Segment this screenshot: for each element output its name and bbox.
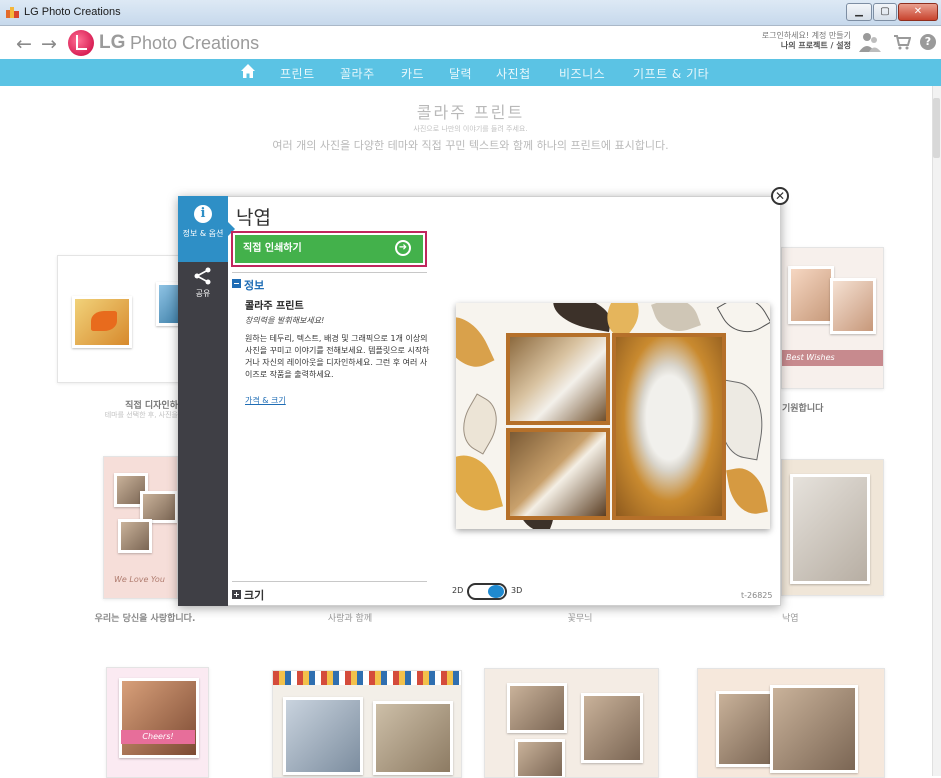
tile-photo	[515, 739, 565, 777]
divider	[232, 581, 427, 582]
template-tile-love[interactable]: We Love You	[103, 456, 178, 599]
minimize-button[interactable]: ▁	[846, 3, 872, 21]
tile-photo	[716, 691, 776, 767]
modal-title: 낙엽	[236, 207, 271, 229]
photo-frame-dog-3	[612, 333, 726, 520]
tile-text: We Love You	[114, 575, 165, 584]
close-window-button[interactable]: ✕	[898, 3, 938, 21]
tile-photo	[788, 266, 834, 324]
tile-stripe	[273, 671, 461, 685]
share-icon[interactable]	[193, 267, 213, 285]
leaf-decoration	[456, 448, 504, 518]
template-tile-wishes[interactable]: Best Wishes	[781, 247, 884, 389]
tile-photo	[507, 683, 567, 733]
photo-frame-dog-1	[506, 333, 610, 425]
price-size-link[interactable]: 가격 & 크기	[245, 395, 286, 406]
section-size-title[interactable]: 크기	[244, 587, 264, 603]
sidebar-share-label[interactable]: 공유	[178, 289, 228, 299]
tile-caption: 낙엽	[782, 614, 799, 624]
logo-lg-text: LG	[99, 32, 126, 53]
app-header: ← → LG Photo Creations 로그인하세요! 계정 만들기 나의…	[0, 27, 941, 59]
tile-photo	[581, 693, 643, 763]
help-icon[interactable]: ?	[920, 34, 936, 50]
tile-caption: 기원합니다	[782, 404, 824, 414]
nav-item-calendar[interactable]: 달력	[449, 65, 472, 82]
template-preview	[456, 303, 770, 529]
page-subtitle: 여러 개의 사진을 다양한 테마와 직접 꾸민 텍스트와 함께 하나의 프린트에…	[272, 139, 669, 152]
template-tile-leaves[interactable]	[781, 459, 884, 596]
template-tile-design[interactable]	[57, 255, 182, 383]
template-tile-pattern[interactable]	[697, 668, 885, 778]
nav-item-print[interactable]: 프린트	[280, 65, 315, 82]
tile-subcaption: 테마를 선택한 후, 사진을	[104, 411, 178, 419]
logo-product-text: Photo Creations	[130, 33, 260, 53]
window-title: LG Photo Creations	[24, 6, 121, 18]
template-tile-cheers[interactable]: Cheers!	[106, 667, 209, 778]
tile-banner: Best Wishes	[782, 350, 883, 366]
leaf-decoration	[456, 393, 509, 455]
tile-caption: 우리는 당신을 사랑합니다.	[94, 614, 196, 624]
user-icon[interactable]	[858, 30, 882, 54]
sidebar-info-label[interactable]: 정보 & 옵션	[178, 229, 228, 239]
template-tile-flowers[interactable]	[484, 668, 659, 778]
toggle-3d-label: 3D	[511, 586, 523, 595]
projects-link[interactable]: 나의 프로젝트 / 설정	[781, 40, 851, 51]
scrollbar[interactable]	[932, 86, 941, 776]
app-logo-icon	[6, 7, 19, 18]
forward-arrow-icon[interactable]: →	[41, 33, 57, 55]
tile-photo	[373, 701, 453, 775]
home-icon[interactable]	[240, 63, 256, 79]
leaf-decoration	[456, 307, 495, 377]
tile-photo	[790, 474, 870, 584]
leaf-decoration	[549, 303, 615, 332]
template-code: t-26825	[741, 591, 773, 600]
page-subtitle-small: 사진으로 나만의 이야기를 들려 주세요.	[413, 125, 528, 133]
arrow-right-circle-icon[interactable]: ➜	[395, 240, 411, 256]
cart-icon[interactable]	[893, 33, 911, 51]
photo-frame-dog-2	[506, 428, 610, 520]
tile-banner: Cheers!	[121, 730, 195, 744]
nav-item-card[interactable]: 카드	[401, 65, 424, 82]
info-icon: i	[194, 205, 212, 223]
expand-icon[interactable]	[232, 590, 241, 599]
tile-caption: 사랑과 함께	[327, 614, 373, 624]
section-info-title[interactable]: 정보	[244, 277, 264, 293]
modal-close-icon[interactable]: ✕	[771, 187, 789, 205]
nav-item-collage[interactable]: 꼴라주	[340, 65, 375, 82]
lg-logo-icon	[68, 30, 94, 56]
tile-caption: 꽃무늬	[567, 614, 593, 624]
main-nav: 프린트 꼴라주 카드 달력 사진첩 비즈니스 기프트 & 기타	[0, 59, 941, 86]
divider	[232, 272, 427, 273]
tile-photo	[119, 678, 199, 758]
tile-photo	[770, 685, 858, 773]
tile-photo	[118, 519, 152, 553]
back-arrow-icon[interactable]: ←	[16, 33, 32, 55]
page-title: 콜라주 프린트	[416, 103, 525, 122]
template-tile-stripes[interactable]	[272, 670, 462, 778]
product-title: 콜라주 프린트	[245, 301, 304, 312]
tile-photo	[830, 278, 876, 334]
leaf-decoration	[726, 464, 768, 518]
nav-item-business[interactable]: 비즈니스	[559, 65, 605, 82]
tile-photo	[283, 697, 363, 775]
scrollbar-thumb[interactable]	[933, 98, 940, 158]
maximize-button[interactable]: ▢	[873, 3, 897, 21]
toggle-2d-label: 2D	[452, 586, 464, 595]
nav-item-photobook[interactable]: 사진첩	[496, 65, 531, 82]
toggle-knob[interactable]	[488, 585, 504, 598]
nav-item-gifts[interactable]: 기프트 & 기타	[633, 65, 709, 82]
product-tagline: 창의력을 발휘해보세요!	[245, 316, 325, 325]
window-titlebar: LG Photo Creations ▁ ▢ ✕	[0, 0, 941, 26]
tile-photo	[72, 296, 132, 348]
collapse-icon[interactable]	[232, 279, 241, 288]
product-description: 원하는 테두리, 텍스트, 배경 및 그래픽으로 1개 이상의 사진을 꾸미고 …	[245, 334, 430, 379]
